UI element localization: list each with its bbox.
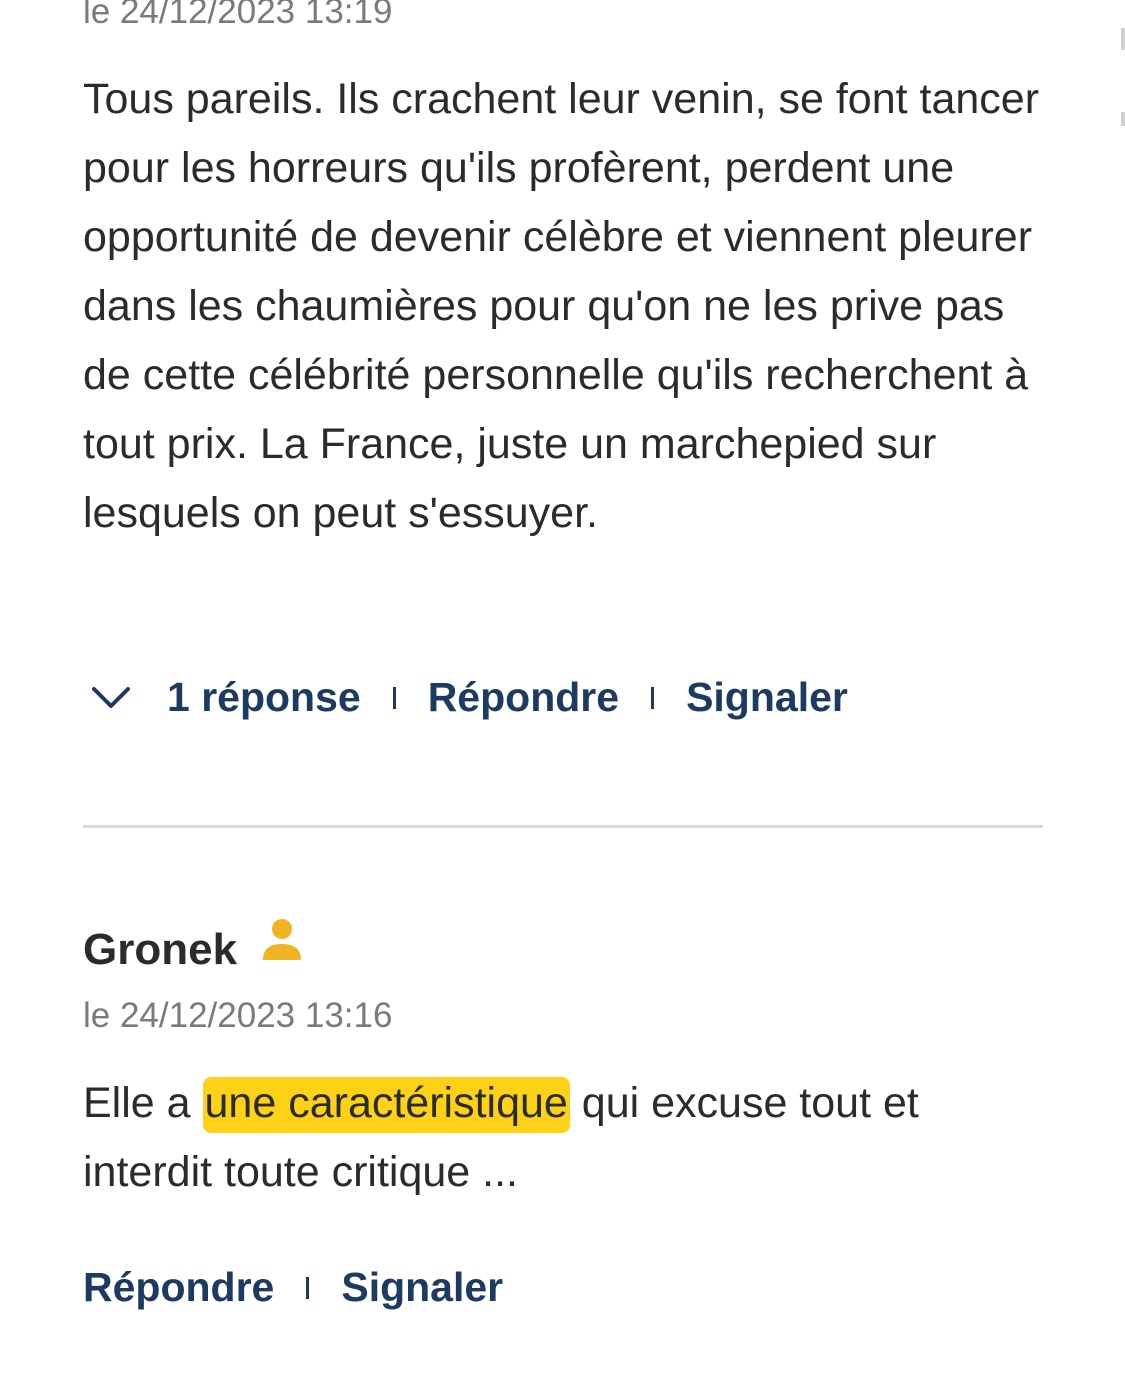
comment-1-date: le 24/12/2023 13:19: [83, 0, 393, 31]
chevron-down-icon[interactable]: [91, 686, 131, 710]
comment-1-actions: 1 réponse Répondre Signaler: [83, 674, 848, 721]
comment-2-author[interactable]: Gronek: [83, 918, 237, 982]
scroll-indicator: [1121, 112, 1125, 126]
comment-1-date-wrap: le 24/12/2023 13:19: [83, 0, 1043, 32]
action-separator: [306, 1276, 310, 1299]
comment-divider: [83, 825, 1043, 828]
user-icon: [263, 919, 302, 960]
report-button[interactable]: Signaler: [341, 1264, 503, 1311]
comment-2: Elle a une caractéristique qui excuse to…: [83, 1069, 1043, 1207]
comment-2-author-row: Gronek: [83, 918, 303, 982]
comment-2-date: le 24/12/2023 13:16: [83, 996, 393, 1035]
replies-toggle-button[interactable]: 1 réponse: [167, 674, 361, 721]
reply-button[interactable]: Répondre: [83, 1264, 274, 1311]
comment-2-text-start: Elle a: [83, 1079, 203, 1127]
comment-1-text: Tous pareils. Ils crachent leur venin, s…: [83, 75, 1040, 537]
comment-1: Tous pareils. Ils crachent leur venin, s…: [83, 65, 1043, 548]
scroll-indicator: [1121, 28, 1125, 50]
reply-button[interactable]: Répondre: [428, 674, 619, 721]
comment-2-actions: Répondre Signaler: [83, 1264, 503, 1311]
highlighted-text: une caractéristique: [202, 1079, 570, 1127]
action-separator: [392, 686, 396, 709]
action-separator: [651, 686, 655, 709]
report-button[interactable]: Signaler: [686, 674, 848, 721]
comment-2-text: Elle a une caractéristique qui excuse to…: [83, 1069, 1043, 1207]
comment-2-date-wrap: le 24/12/2023 13:16: [83, 996, 1043, 1036]
